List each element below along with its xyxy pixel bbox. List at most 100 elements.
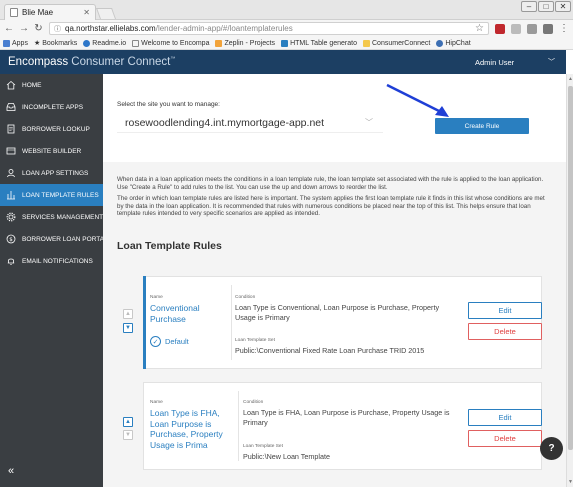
rule-template-set: Public:\Conventional Fixed Rate Loan Pur… (235, 346, 425, 355)
bookmark-consumerconnect[interactable]: ConsumerConnect (363, 39, 430, 47)
zeplin-icon (215, 39, 223, 47)
user-menu[interactable]: Admin User ﹀ (447, 50, 566, 74)
inbox-icon (6, 102, 16, 112)
rule-condition: Loan Type is FHA, Loan Purpose is Purcha… (243, 408, 450, 427)
rules-description: When data in a loan application meets th… (117, 176, 551, 222)
layout-icon (6, 146, 16, 156)
page-icon (132, 39, 140, 47)
help-button[interactable]: ? (540, 437, 563, 460)
app-header: Encompass Consumer Connect™ Admin User ﹀ (0, 50, 566, 74)
address-bar[interactable]: ⓘ qa.northstar.ellielabs.com/lender-admi… (49, 22, 489, 35)
close-tab-icon[interactable]: ✕ (83, 8, 90, 17)
new-tab-button[interactable] (95, 8, 117, 19)
dollar-icon: $ (6, 234, 16, 244)
bookmark-html-table[interactable]: HTML Table generato (281, 39, 357, 47)
home-icon (6, 80, 16, 90)
sidebar: HOME INCOMPLETE APPS BORROWER LOOKUP WEB… (0, 74, 108, 487)
rule-template-set: Public:\New Loan Template (243, 452, 330, 461)
bookmark-hipchat[interactable]: HipChat (436, 39, 471, 47)
folder-icon (363, 39, 370, 47)
site-selector-panel: Select the site you want to manage: rose… (103, 74, 566, 162)
section-title: Loan Template Rules (117, 240, 222, 252)
sidebar-item-home[interactable]: HOME (0, 74, 103, 96)
extension-icon[interactable] (527, 23, 537, 34)
site-select-label: Select the site you want to manage: (117, 101, 220, 108)
scrollbar[interactable]: ▲ ▼ (566, 74, 573, 487)
selected-indicator (143, 276, 146, 369)
delete-button[interactable]: Delete (468, 430, 542, 447)
browser-tab[interactable]: Blie Mae ✕ (4, 4, 96, 20)
bookmark-zeplin[interactable]: Zeplin - Projects (215, 39, 275, 47)
bookmark-star-icon[interactable]: ☆ (475, 23, 484, 34)
bookmarks-bar: Apps ★ Bookmarks Readme.io Welcome to Enc… (0, 37, 573, 50)
browser-tab-strip: Blie Mae ✕ – □ ✕ (0, 0, 573, 20)
readme-icon (83, 39, 91, 47)
sidebar-item-borrower-loan-portal[interactable]: $ BORROWER LOAN PORTAL (0, 228, 108, 250)
site-select[interactable]: rosewoodlending4.int.mymortgage-app.net … (117, 113, 383, 133)
extension-icon[interactable] (495, 23, 505, 34)
main-content: Select the site you want to manage: rose… (103, 74, 566, 487)
description-paragraph: When data in a loan application meets th… (117, 176, 544, 191)
bookmark-welcome[interactable]: Welcome to Encompa (132, 39, 209, 47)
scroll-down-icon[interactable]: ▼ (567, 479, 573, 485)
bell-icon (6, 256, 16, 266)
divider (231, 285, 232, 360)
back-icon[interactable]: ← (4, 23, 14, 34)
collapse-sidebar-icon[interactable]: « (8, 465, 14, 477)
sidebar-item-borrower-lookup[interactable]: BORROWER LOOKUP (0, 118, 103, 140)
move-down-button[interactable]: ▼ (123, 430, 133, 440)
move-up-button[interactable]: ▲ (123, 417, 133, 427)
chevron-down-icon: ﹀ (548, 59, 555, 66)
sidebar-item-loan-app-settings[interactable]: LOAN APP SETTINGS (0, 162, 103, 184)
rule-condition: Loan Type is Conventional, Loan Purpose … (235, 303, 440, 322)
sidebar-item-loan-template-rules[interactable]: LOAN TEMPLATE RULES (0, 184, 103, 206)
minimize-button[interactable]: – (521, 1, 537, 12)
extension-icon[interactable] (511, 23, 521, 34)
rule-card: Name Loan Type is FHA, Loan Purpose is P… (143, 382, 542, 470)
rule-name: Conventional Purchase (150, 303, 200, 324)
bookmark-apps[interactable]: Apps (3, 39, 28, 47)
close-window-button[interactable]: ✕ (555, 1, 571, 12)
browser-toolbar: ← → ↻ ⓘ qa.northstar.ellielabs.com/lende… (0, 20, 573, 37)
scroll-thumb[interactable] (568, 86, 573, 450)
sidebar-item-website-builder[interactable]: WEBSITE BUILDER (0, 140, 103, 162)
star-icon: ★ (33, 40, 41, 47)
info-icon[interactable]: ⓘ (54, 24, 61, 34)
page-icon (10, 8, 18, 17)
gear-icon (6, 212, 16, 222)
bookmark-readme[interactable]: Readme.io (83, 39, 126, 47)
extension-icon[interactable] (543, 23, 553, 34)
divider (238, 391, 239, 461)
delete-button[interactable]: Delete (468, 323, 542, 340)
brand-logo: Encompass Consumer Connect™ (8, 56, 176, 68)
check-circle-icon: ✓ (150, 336, 161, 347)
sidebar-item-email-notifications[interactable]: EMAIL NOTIFICATIONS (0, 250, 103, 272)
maximize-button[interactable]: □ (538, 1, 554, 12)
create-rule-button[interactable]: Create Rule (435, 118, 529, 134)
sidebar-item-services-management[interactable]: SERVICES MANAGEMENT (0, 206, 103, 228)
edit-button[interactable]: Edit (468, 409, 542, 426)
url-host: qa.northstar.ellielabs.com (65, 24, 156, 33)
rules-icon (6, 190, 16, 200)
hipchat-icon (436, 39, 444, 47)
scroll-up-icon[interactable]: ▲ (567, 76, 573, 82)
user-settings-icon (6, 168, 16, 178)
rule-name: Loan Type is FHA, Loan Purpose is Purcha… (150, 408, 223, 450)
user-name: Admin User (475, 57, 515, 67)
bookmark-bookmarks[interactable]: ★ Bookmarks (33, 39, 77, 48)
edit-button[interactable]: Edit (468, 302, 542, 319)
forward-icon[interactable]: → (19, 23, 29, 34)
move-up-button[interactable]: ▲ (123, 309, 133, 319)
sidebar-item-incomplete-apps[interactable]: INCOMPLETE APPS (0, 96, 103, 118)
url-path: /lender-admin-app/#/loantemplaterules (155, 24, 293, 33)
apps-icon (3, 39, 10, 47)
move-down-button[interactable]: ▼ (123, 323, 133, 333)
document-icon (6, 124, 16, 134)
site-select-value: rosewoodlending4.int.mymortgage-app.net (125, 116, 325, 129)
description-paragraph: The order in which loan template rules a… (117, 195, 545, 218)
browser-menu-icon[interactable]: ⋮ (559, 23, 569, 34)
svg-text:$: $ (9, 237, 13, 243)
tab-title: Blie Mae (22, 8, 54, 17)
default-badge: ✓ Default (150, 336, 189, 347)
reload-icon[interactable]: ↻ (34, 23, 43, 34)
